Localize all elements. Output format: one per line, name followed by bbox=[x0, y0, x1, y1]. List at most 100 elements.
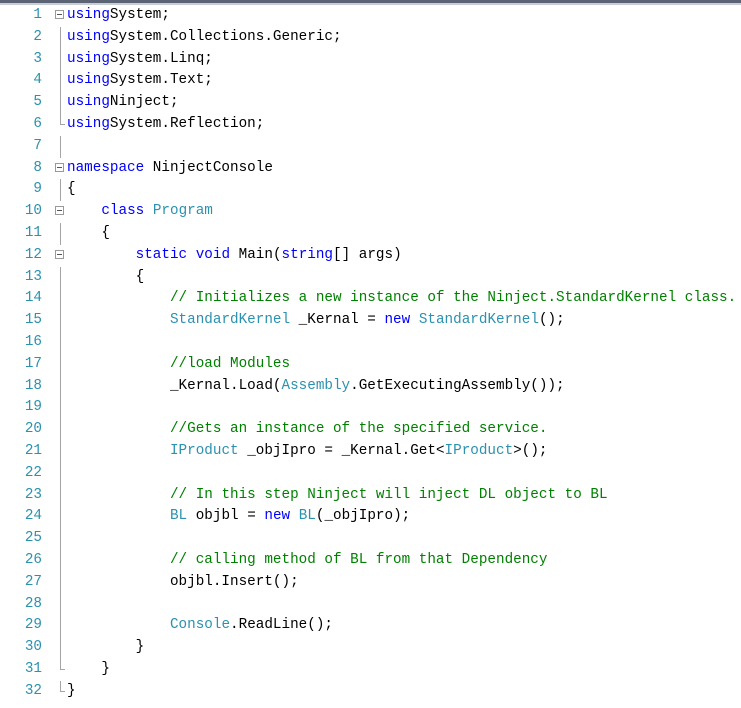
code-text: _Kernal.Load(Assembly.GetExecutingAssemb… bbox=[67, 376, 565, 398]
code-editor[interactable]: 1 usingSystem; 2 usingSystem.Collections.Ge… bbox=[0, 5, 741, 703]
line-number: 30 bbox=[24, 639, 42, 656]
comment-token: //load Modules bbox=[169, 355, 291, 372]
line-number: 5 bbox=[33, 94, 42, 111]
code-line[interactable]: 19 bbox=[0, 397, 741, 420]
code-line[interactable]: 18 _Kernal.Load(Assembly.GetExecutingAss… bbox=[0, 375, 741, 398]
outline-guide bbox=[60, 658, 65, 670]
code-token: (); bbox=[538, 312, 565, 329]
code-line[interactable]: 22 bbox=[0, 462, 741, 485]
code-text: usingSystem.Collections.Generic; bbox=[67, 27, 342, 49]
keyword-token: new bbox=[384, 312, 411, 329]
line-number: 24 bbox=[24, 508, 42, 525]
code-line[interactable]: 5 usingNinject; bbox=[0, 92, 741, 114]
code-line[interactable]: 29 Console.ReadLine(); bbox=[0, 615, 741, 638]
code-text: class Program bbox=[67, 201, 213, 223]
outline-guide bbox=[60, 310, 61, 332]
code-line[interactable]: 20 //Gets an instance of the specified s… bbox=[0, 419, 741, 441]
code-line[interactable]: 3 usingSystem.Linq; bbox=[0, 48, 741, 71]
code-text: usingSystem.Linq; bbox=[67, 49, 213, 71]
collapse-icon[interactable] bbox=[55, 10, 64, 19]
code-line[interactable]: 23 // In this step Ninject will inject D… bbox=[0, 484, 741, 507]
code-line[interactable]: 24 BL objbl = new BL(_objIpro); bbox=[0, 506, 741, 529]
type-token: BL bbox=[169, 508, 188, 525]
code-line[interactable]: 27 objbl.Insert(); bbox=[0, 571, 741, 594]
code-text: } bbox=[67, 659, 110, 681]
code-text: IProduct _objIpro = _Kernal.Get<IProduct… bbox=[67, 441, 548, 463]
keyword-token: static bbox=[135, 246, 188, 263]
outline-guide bbox=[60, 113, 65, 125]
keyword-token: using bbox=[67, 7, 110, 23]
code-text: } bbox=[67, 637, 145, 659]
outline-guide bbox=[60, 331, 61, 354]
code-text: usingSystem.Text; bbox=[67, 70, 213, 92]
code-line[interactable]: 14 // Initializes a new instance of the … bbox=[0, 288, 741, 311]
outline-guide bbox=[60, 506, 61, 529]
line-number: 32 bbox=[24, 682, 42, 699]
code-line[interactable]: 6 usingSystem.Reflection; bbox=[0, 113, 741, 136]
outline-guide bbox=[60, 462, 61, 485]
type-token: StandardKernel bbox=[169, 312, 291, 329]
code-token: .ReadLine(); bbox=[230, 617, 333, 634]
code-line[interactable]: 8 namespace NinjectConsole bbox=[0, 158, 741, 180]
code-token: objbl = bbox=[187, 508, 265, 525]
outline-guide bbox=[60, 353, 61, 376]
keyword-token: using bbox=[67, 28, 110, 45]
line-number: 28 bbox=[24, 595, 42, 612]
code-line[interactable]: 10 class Program bbox=[0, 201, 741, 223]
collapse-icon[interactable] bbox=[55, 206, 64, 216]
type-token: Assembly bbox=[281, 377, 351, 394]
type-token: BL bbox=[298, 508, 316, 525]
code-line[interactable]: 4 usingSystem.Text; bbox=[0, 70, 741, 93]
keyword-token: string bbox=[281, 246, 334, 263]
code-line[interactable]: 28 bbox=[0, 593, 741, 616]
code-line[interactable]: 1 usingSystem; bbox=[0, 5, 741, 27]
outline-guide bbox=[60, 528, 61, 550]
code-text: { bbox=[67, 179, 76, 201]
code-line[interactable]: 21 IProduct _objIpro = _Kernal.Get<IProd… bbox=[0, 440, 741, 463]
code-line[interactable]: 26 // calling method of BL from that Dep… bbox=[0, 549, 741, 572]
type-token: Program bbox=[152, 203, 213, 220]
code-line[interactable]: 12 static void Main(string[] args) bbox=[0, 245, 741, 267]
type-token: IProduct bbox=[444, 442, 514, 459]
collapse-icon[interactable] bbox=[55, 162, 64, 172]
line-number: 22 bbox=[24, 464, 42, 481]
collapse-icon[interactable] bbox=[55, 249, 64, 259]
code-line[interactable]: 25 bbox=[0, 528, 741, 550]
code-line[interactable]: 17 //load Modules bbox=[0, 353, 741, 376]
code-line[interactable]: 31 } bbox=[0, 658, 741, 681]
keyword-token: using bbox=[67, 50, 110, 67]
code-line[interactable]: 30 } bbox=[0, 637, 741, 659]
keyword-token: class bbox=[101, 203, 145, 220]
line-number: 14 bbox=[24, 290, 42, 307]
code-line[interactable]: 2 usingSystem.Collections.Generic; bbox=[0, 26, 741, 49]
code-text: static void Main(string[] args) bbox=[67, 245, 402, 267]
code-text: objbl.Insert(); bbox=[67, 572, 299, 594]
code-line[interactable]: 7 bbox=[0, 135, 741, 158]
code-line[interactable]: 15 StandardKernel _Kernal = new Standard… bbox=[0, 310, 741, 332]
code-token: } bbox=[67, 682, 76, 699]
code-token: System.Reflection; bbox=[109, 115, 265, 132]
code-line[interactable]: 11 { bbox=[0, 222, 741, 245]
code-line[interactable]: 32} bbox=[0, 680, 741, 703]
outline-guide bbox=[60, 680, 65, 692]
line-number: 1 bbox=[33, 7, 42, 23]
line-number: 29 bbox=[24, 617, 42, 634]
line-number: 9 bbox=[33, 181, 42, 198]
code-token: [] args) bbox=[333, 246, 402, 263]
code-line[interactable]: 16 bbox=[0, 331, 741, 354]
code-text: { bbox=[67, 267, 145, 289]
outline-guide bbox=[60, 26, 61, 49]
code-token: >(); bbox=[513, 442, 548, 459]
code-line[interactable]: 9{ bbox=[0, 179, 741, 202]
code-line[interactable]: 13 { bbox=[0, 266, 741, 289]
code-token: NinjectConsole bbox=[144, 159, 273, 176]
line-number: 19 bbox=[24, 399, 42, 416]
outline-guide bbox=[60, 549, 61, 572]
code-text: Console.ReadLine(); bbox=[67, 615, 333, 637]
